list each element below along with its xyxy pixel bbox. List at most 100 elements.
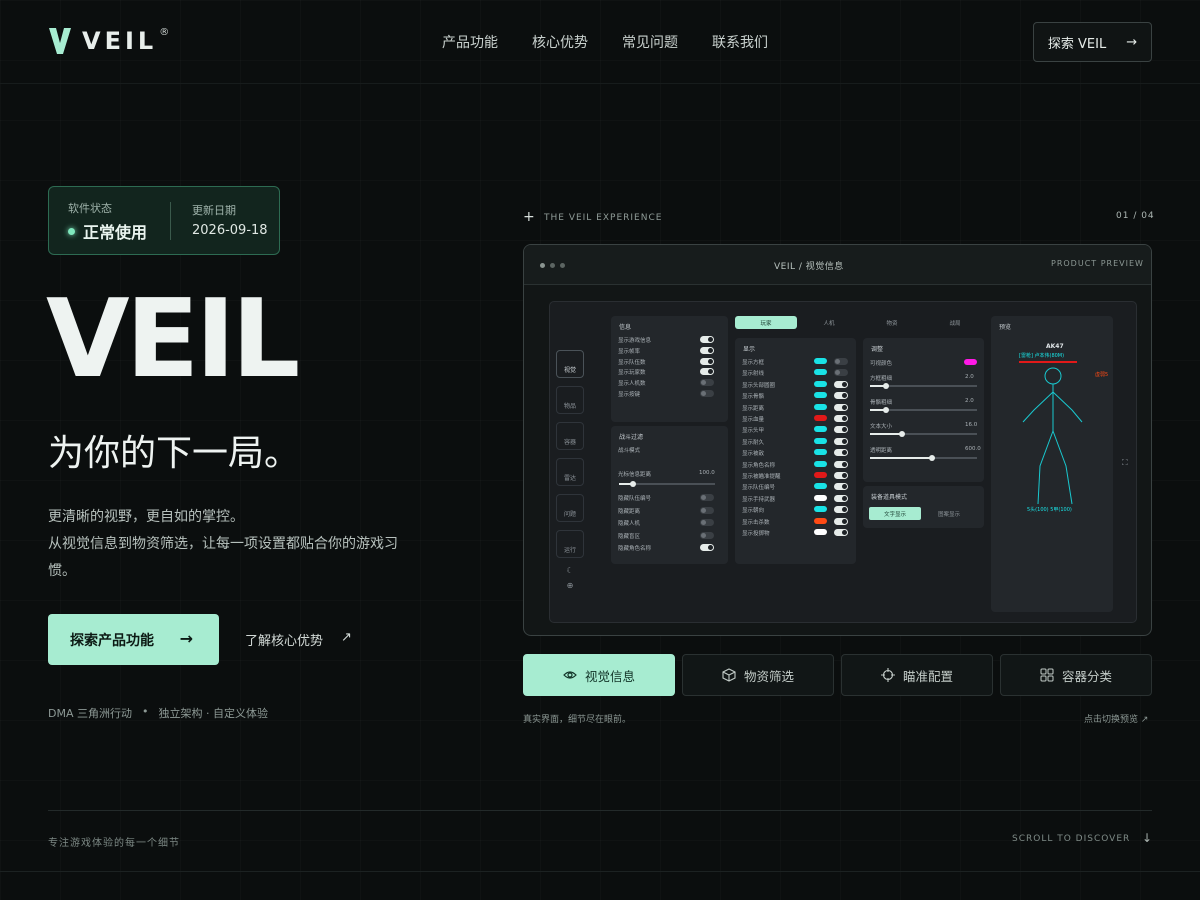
switch-preview-link[interactable]: 点击切换预览 ↗	[1084, 712, 1148, 725]
app-tab-match[interactable]: 战局	[924, 316, 986, 329]
toggle-switch[interactable]	[700, 506, 714, 514]
color-swatch[interactable]	[814, 437, 827, 444]
color-swatch[interactable]	[814, 460, 827, 467]
filter-row-label: 隐藏盲区	[618, 533, 641, 540]
adjust-slider[interactable]	[870, 431, 977, 437]
logo[interactable]: VEIL ®	[48, 26, 169, 56]
color-swatch[interactable]	[964, 359, 977, 365]
nav-item-faq[interactable]: 常见问题	[622, 32, 678, 52]
info-panel-title: 信息	[619, 324, 632, 331]
toggle-switch[interactable]	[700, 336, 714, 343]
color-swatch[interactable]	[814, 483, 827, 490]
toggle-switch[interactable]	[834, 426, 848, 434]
toggle-switch[interactable]	[834, 415, 848, 422]
slide-counter: 01 / 04	[1116, 211, 1155, 221]
moon-icon[interactable]: ☾	[556, 566, 584, 575]
toggle-switch[interactable]	[834, 369, 848, 377]
toggle-switch[interactable]	[834, 517, 848, 525]
color-swatch[interactable]	[814, 517, 827, 524]
mode-option-icon[interactable]: 图案显示	[923, 507, 975, 520]
toggle-switch[interactable]	[834, 483, 848, 491]
toggle-switch[interactable]	[834, 449, 848, 457]
toggle-switch[interactable]	[700, 544, 714, 551]
adjust-slider-label: 透明距离	[870, 448, 893, 454]
toggle-switch[interactable]	[834, 392, 848, 400]
explore-features-button[interactable]: 探索产品功能 →	[48, 614, 219, 665]
scroll-hint[interactable]: SCROLL TO DISCOVER	[1012, 834, 1130, 844]
app-sidebar-item[interactable]: 问题	[556, 494, 584, 522]
color-swatch[interactable]	[814, 358, 827, 364]
color-swatch[interactable]	[814, 506, 827, 513]
arrow-up-right-icon: ↗	[341, 630, 352, 645]
color-swatch[interactable]	[814, 403, 827, 410]
adjust-slider[interactable]	[870, 407, 977, 413]
adjust-slider[interactable]	[870, 383, 977, 389]
filter-distance-slider[interactable]	[619, 481, 715, 487]
toggle-switch[interactable]	[834, 472, 848, 479]
filter-distance-label: 光标信息距离	[618, 472, 652, 478]
color-swatch[interactable]	[814, 369, 827, 376]
hero-description: 更清晰的视野，更自如的掌控。 从视觉信息到物资筛选，让每一项设置都贴合你的游戏习…	[48, 504, 398, 585]
color-swatch[interactable]	[814, 415, 827, 421]
explore-veil-button[interactable]: 探索 VEIL →	[1033, 22, 1152, 62]
expand-icon[interactable]: ⛶	[1122, 458, 1128, 468]
toggle-switch[interactable]	[700, 531, 714, 539]
feature-tab-label: 视觉信息	[584, 668, 635, 684]
logo-v-icon	[49, 28, 71, 54]
adjust-slider-value: 2.0	[965, 374, 974, 380]
toggle-switch[interactable]	[700, 357, 714, 365]
toggle-switch[interactable]	[834, 494, 848, 502]
app-sidebar-item[interactable]: 物品	[556, 386, 584, 414]
nav-item-features[interactable]: 产品功能	[442, 32, 498, 52]
nav-item-contact[interactable]: 联系我们	[712, 32, 768, 52]
toggle-switch[interactable]	[834, 380, 848, 388]
filter-panel-title: 战斗过滤	[619, 434, 644, 441]
toggle-switch[interactable]	[834, 460, 848, 468]
feature-tab-aim[interactable]: 瞄准配置	[841, 654, 993, 696]
player-name-label: [雷枪] 卢本伟(80M)	[1019, 353, 1065, 359]
adjust-slider[interactable]	[870, 455, 977, 461]
toggle-switch[interactable]	[834, 358, 848, 365]
nav-item-advantages[interactable]: 核心优势	[532, 32, 588, 52]
app-sidebar-item[interactable]: 容器	[556, 422, 584, 450]
toggle-switch[interactable]	[700, 346, 714, 354]
adjust-slider-value: 600.0	[965, 446, 981, 452]
app-sidebar-item[interactable]: 运行	[556, 530, 584, 558]
color-swatch[interactable]	[814, 426, 827, 433]
app-tab-players[interactable]: 玩家	[735, 316, 797, 329]
arrow-right-icon: →	[179, 629, 193, 648]
experience-label: THE VEIL EXPERIENCE	[544, 213, 663, 223]
toggle-switch[interactable]	[700, 519, 714, 526]
globe-icon[interactable]: ⊕	[556, 581, 584, 590]
window-dot-icon	[540, 263, 545, 268]
feature-tab-containers[interactable]: 容器分类	[1000, 654, 1152, 696]
color-swatch[interactable]	[814, 380, 827, 387]
feature-tab-visual[interactable]: 视觉信息	[523, 654, 675, 696]
toggle-switch[interactable]	[700, 390, 714, 397]
info-row-label: 显示按键	[618, 392, 641, 398]
mode-option-text[interactable]: 文字显示	[869, 507, 921, 520]
color-swatch[interactable]	[814, 494, 827, 501]
toggle-switch[interactable]	[834, 437, 848, 445]
app-tab-bots[interactable]: 人机	[798, 316, 860, 329]
toggle-switch[interactable]	[700, 379, 714, 387]
color-swatch[interactable]	[814, 392, 827, 399]
app-sidebar-item[interactable]: 雷达	[556, 458, 584, 486]
toggle-switch[interactable]	[834, 529, 848, 536]
info-panel: 信息 显示游戏信息 显示帧率 显示队伍数 显示玩家数 显示人机数 显示按键	[611, 316, 728, 422]
toggle-switch[interactable]	[834, 403, 848, 411]
color-swatch[interactable]	[814, 472, 827, 478]
color-swatch[interactable]	[814, 529, 827, 535]
filter-row-label: 隐藏距离	[618, 508, 641, 515]
toggle-switch[interactable]	[700, 368, 714, 376]
toggle-switch[interactable]	[834, 506, 848, 514]
learn-advantages-link[interactable]: 了解核心优势 ↗	[245, 630, 352, 649]
arrow-down-icon[interactable]: ↓	[1142, 831, 1152, 845]
preview-panel-title: 预览	[999, 324, 1012, 331]
feature-tab-items[interactable]: 物资筛选	[682, 654, 834, 696]
divider	[0, 871, 1200, 872]
app-sidebar-item[interactable]: 视觉	[556, 350, 584, 378]
color-swatch[interactable]	[814, 449, 827, 456]
app-tab-items[interactable]: 物资	[861, 316, 923, 329]
toggle-switch[interactable]	[700, 494, 714, 501]
